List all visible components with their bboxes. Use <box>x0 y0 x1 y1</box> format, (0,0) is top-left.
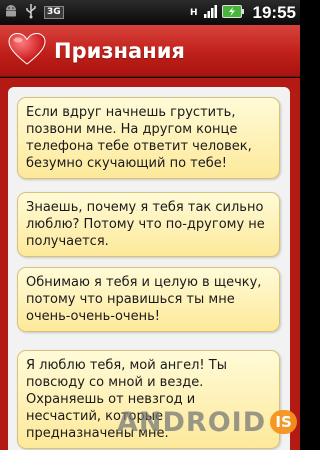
heart-icon <box>8 32 46 69</box>
quote-card[interactable]: Знаешь, почему я тебя так сильно люблю? … <box>17 192 280 257</box>
clock: 19:55 <box>252 2 296 22</box>
page-title: Признания <box>54 38 185 63</box>
hd-icon: H <box>189 7 198 18</box>
quotes-list[interactable]: Если вдруг начнешь грустить, позвони мне… <box>8 87 290 450</box>
battery-charging-icon <box>221 3 244 22</box>
watermark-badge: IS <box>270 410 297 434</box>
usb-icon <box>24 3 38 23</box>
quote-card[interactable]: Если вдруг начнешь грустить, позвони мне… <box>17 97 280 179</box>
quote-card[interactable]: Обнимаю я тебя и целую в щечку, потому ч… <box>17 267 280 332</box>
signal-bars-icon <box>203 3 217 22</box>
android-icon <box>4 3 18 23</box>
watermark-text: ANDROID <box>117 406 267 438</box>
watermark: ANDROID IS <box>117 404 297 440</box>
network-type-badge: 3G <box>44 6 64 19</box>
status-bar: 3G H 19:55 <box>0 0 300 25</box>
app-title-bar: Признания <box>0 25 300 77</box>
content-area: Если вдруг начнешь грустить, позвони мне… <box>0 78 300 450</box>
